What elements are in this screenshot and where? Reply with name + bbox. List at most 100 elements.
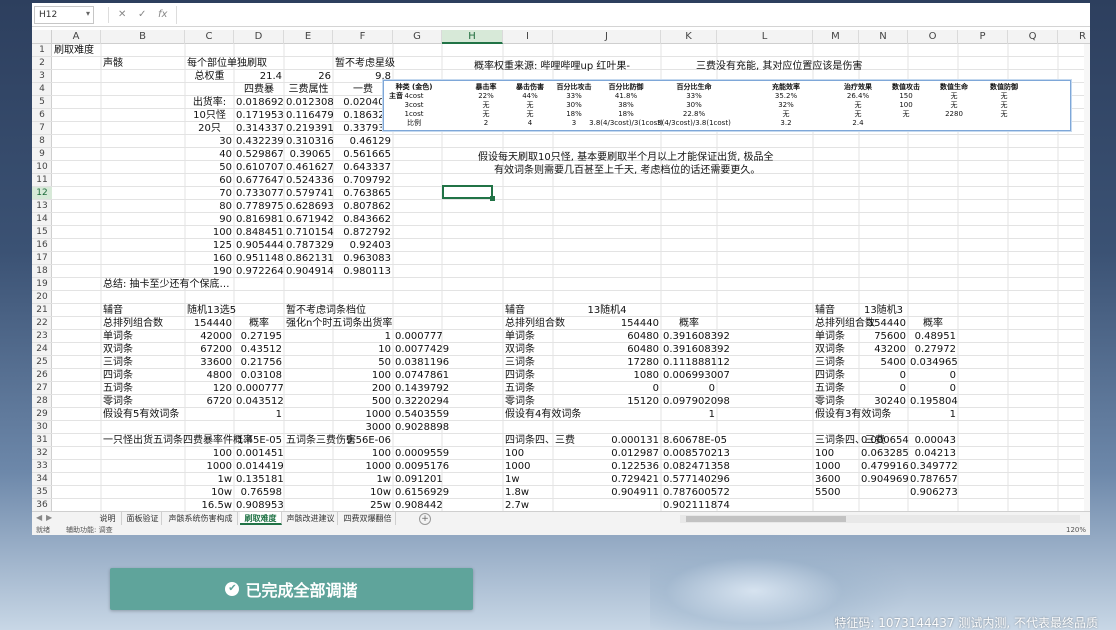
cell-c18[interactable]: 190: [187, 265, 232, 278]
cell-d4[interactable]: 四费暴: [236, 83, 282, 96]
row-header-29[interactable]: 29: [32, 408, 52, 421]
cell-d16[interactable]: 0.905444: [236, 239, 284, 252]
cell-o26[interactable]: 0.034965: [910, 356, 958, 369]
cell-m32[interactable]: 三词条四、三费: [815, 434, 885, 447]
cell-c22[interactable]: 随机13选5: [187, 304, 236, 317]
cell-k28[interactable]: 0: [663, 382, 715, 395]
column-header-B[interactable]: B: [101, 30, 185, 44]
cell-b23[interactable]: 总排列组合数: [103, 317, 183, 330]
cell-j25[interactable]: 60480: [555, 343, 659, 356]
tuning-complete-button[interactable]: ✔ 已完成全部调谐: [110, 568, 473, 610]
cell-i24[interactable]: 单词条: [505, 330, 551, 343]
cell-d5[interactable]: 0.018692: [236, 96, 284, 109]
name-box[interactable]: H12 ▾: [34, 6, 94, 24]
cell-e17[interactable]: 0.862131: [286, 252, 334, 265]
tab-prev-icon[interactable]: ◀: [36, 513, 42, 522]
row-header-9[interactable]: 9: [32, 148, 52, 161]
zoom-level[interactable]: 120%: [1066, 525, 1086, 535]
cell-c26[interactable]: 33600: [187, 356, 232, 369]
cell-i27[interactable]: 四词条: [505, 369, 551, 382]
cell-c24[interactable]: 42000: [187, 330, 232, 343]
column-header-N[interactable]: N: [859, 30, 908, 44]
cell-e32[interactable]: 五词条三费伤害: [286, 434, 356, 447]
cell-c9[interactable]: 40: [187, 148, 232, 161]
accessibility-status[interactable]: 辅助功能: 调查: [66, 525, 113, 535]
cell-d34[interactable]: 0.014419: [236, 460, 284, 473]
row-header-14[interactable]: 14: [32, 213, 52, 226]
cell-c33[interactable]: 100: [187, 447, 232, 460]
cancel-icon[interactable]: ✕: [118, 9, 126, 20]
cell-j24[interactable]: 60480: [555, 330, 659, 343]
cell-e14[interactable]: 0.671942: [286, 213, 334, 226]
cell-n27[interactable]: 0: [861, 369, 906, 382]
cell-b28[interactable]: 五词条: [103, 382, 183, 395]
cell-d9[interactable]: 0.529867: [236, 148, 284, 161]
cell-c16[interactable]: 125: [187, 239, 232, 252]
column-header-J[interactable]: J: [553, 30, 661, 44]
cell-d26[interactable]: 0.21756: [236, 356, 282, 369]
cell-f29[interactable]: 500: [335, 395, 391, 408]
cell-a1[interactable]: 刷取难度: [54, 44, 99, 57]
cell-e8[interactable]: 0.310316: [286, 135, 334, 148]
cell-n35[interactable]: 0.904969: [861, 473, 909, 486]
cell-f26[interactable]: 50: [335, 356, 391, 369]
cell-m35[interactable]: 3600: [815, 473, 857, 486]
row-header-24[interactable]: 24: [32, 343, 52, 356]
cell-e22[interactable]: 暂不考虑词条档位: [286, 304, 366, 317]
cell-c10[interactable]: 50: [187, 161, 232, 174]
cell-c36[interactable]: 10w: [187, 486, 232, 499]
cell-f36b[interactable]: 0.6156929: [395, 486, 449, 499]
cell-f36[interactable]: 10w: [335, 486, 391, 499]
row-header-18[interactable]: 18: [32, 265, 52, 278]
cell-c2[interactable]: 每个部位单独刷取: [187, 57, 267, 70]
cell-f13[interactable]: 0.807862: [335, 200, 391, 213]
column-header-P[interactable]: P: [958, 30, 1008, 44]
cell-f27b[interactable]: 0.0747861: [395, 369, 449, 382]
cell-e4[interactable]: 三费属性: [286, 83, 331, 96]
sheet-tab-3[interactable]: 刷取难度: [240, 512, 282, 525]
cell-e16[interactable]: 0.787329: [286, 239, 334, 252]
row-header-33[interactable]: 33: [32, 460, 52, 473]
cell-f16[interactable]: 0.92403: [335, 239, 391, 252]
add-sheet-icon[interactable]: +: [419, 513, 431, 525]
cell-m27[interactable]: 四词条: [815, 369, 857, 382]
cell-n28[interactable]: 0: [861, 382, 906, 395]
sheet-tab-1[interactable]: 面板验证: [124, 512, 162, 525]
cell-o34[interactable]: 0.349772: [910, 460, 958, 473]
cell-f31b[interactable]: 0.9028898: [395, 421, 449, 434]
cell-k33[interactable]: 0.008570213: [663, 447, 730, 460]
cell-j33[interactable]: 0.012987: [555, 447, 659, 460]
cell-k27[interactable]: 0.006993007: [663, 369, 730, 382]
cell-i28[interactable]: 五词条: [505, 382, 551, 395]
row-header-27[interactable]: 27: [32, 382, 52, 395]
cell-i32[interactable]: 四词条四、三费: [505, 434, 575, 447]
cell-o33[interactable]: 0.04213: [910, 447, 956, 460]
cell-j35[interactable]: 0.729421: [555, 473, 659, 486]
column-header-D[interactable]: D: [234, 30, 284, 44]
row-header-6[interactable]: 6: [32, 109, 52, 122]
row-header-2[interactable]: 2: [32, 57, 52, 70]
cell-d24[interactable]: 0.27195: [236, 330, 282, 343]
cell-d6[interactable]: 0.171953: [236, 109, 284, 122]
cell-f9[interactable]: 0.561665: [335, 148, 391, 161]
cell-d28[interactable]: 0.000777: [236, 382, 284, 395]
cell-b29[interactable]: 零词条: [103, 395, 183, 408]
cell-c6[interactable]: 10只怪: [187, 109, 232, 122]
cell-d33[interactable]: 0.001451: [236, 447, 284, 460]
cell-b2[interactable]: 声骸: [103, 57, 183, 70]
row-header-12[interactable]: 12: [32, 187, 52, 200]
cell-f12[interactable]: 0.763865: [335, 187, 391, 200]
cell-c15[interactable]: 100: [187, 226, 232, 239]
column-header-H[interactable]: H: [442, 30, 503, 44]
row-header-4[interactable]: 4: [32, 83, 52, 96]
cell-n23[interactable]: 154440: [861, 317, 906, 330]
cell-e7[interactable]: 0.219391: [286, 122, 334, 135]
column-header-E[interactable]: E: [284, 30, 333, 44]
cell-o30[interactable]: 1: [910, 408, 956, 421]
column-header-A[interactable]: A: [52, 30, 101, 44]
column-header-Q[interactable]: Q: [1008, 30, 1058, 44]
sheet-tab-4[interactable]: 声骸改进建议: [284, 512, 338, 525]
row-header-30[interactable]: 30: [32, 421, 52, 434]
row-header-19[interactable]: 19: [32, 278, 52, 291]
cell-k32[interactable]: 8.60678E-05: [663, 434, 727, 447]
